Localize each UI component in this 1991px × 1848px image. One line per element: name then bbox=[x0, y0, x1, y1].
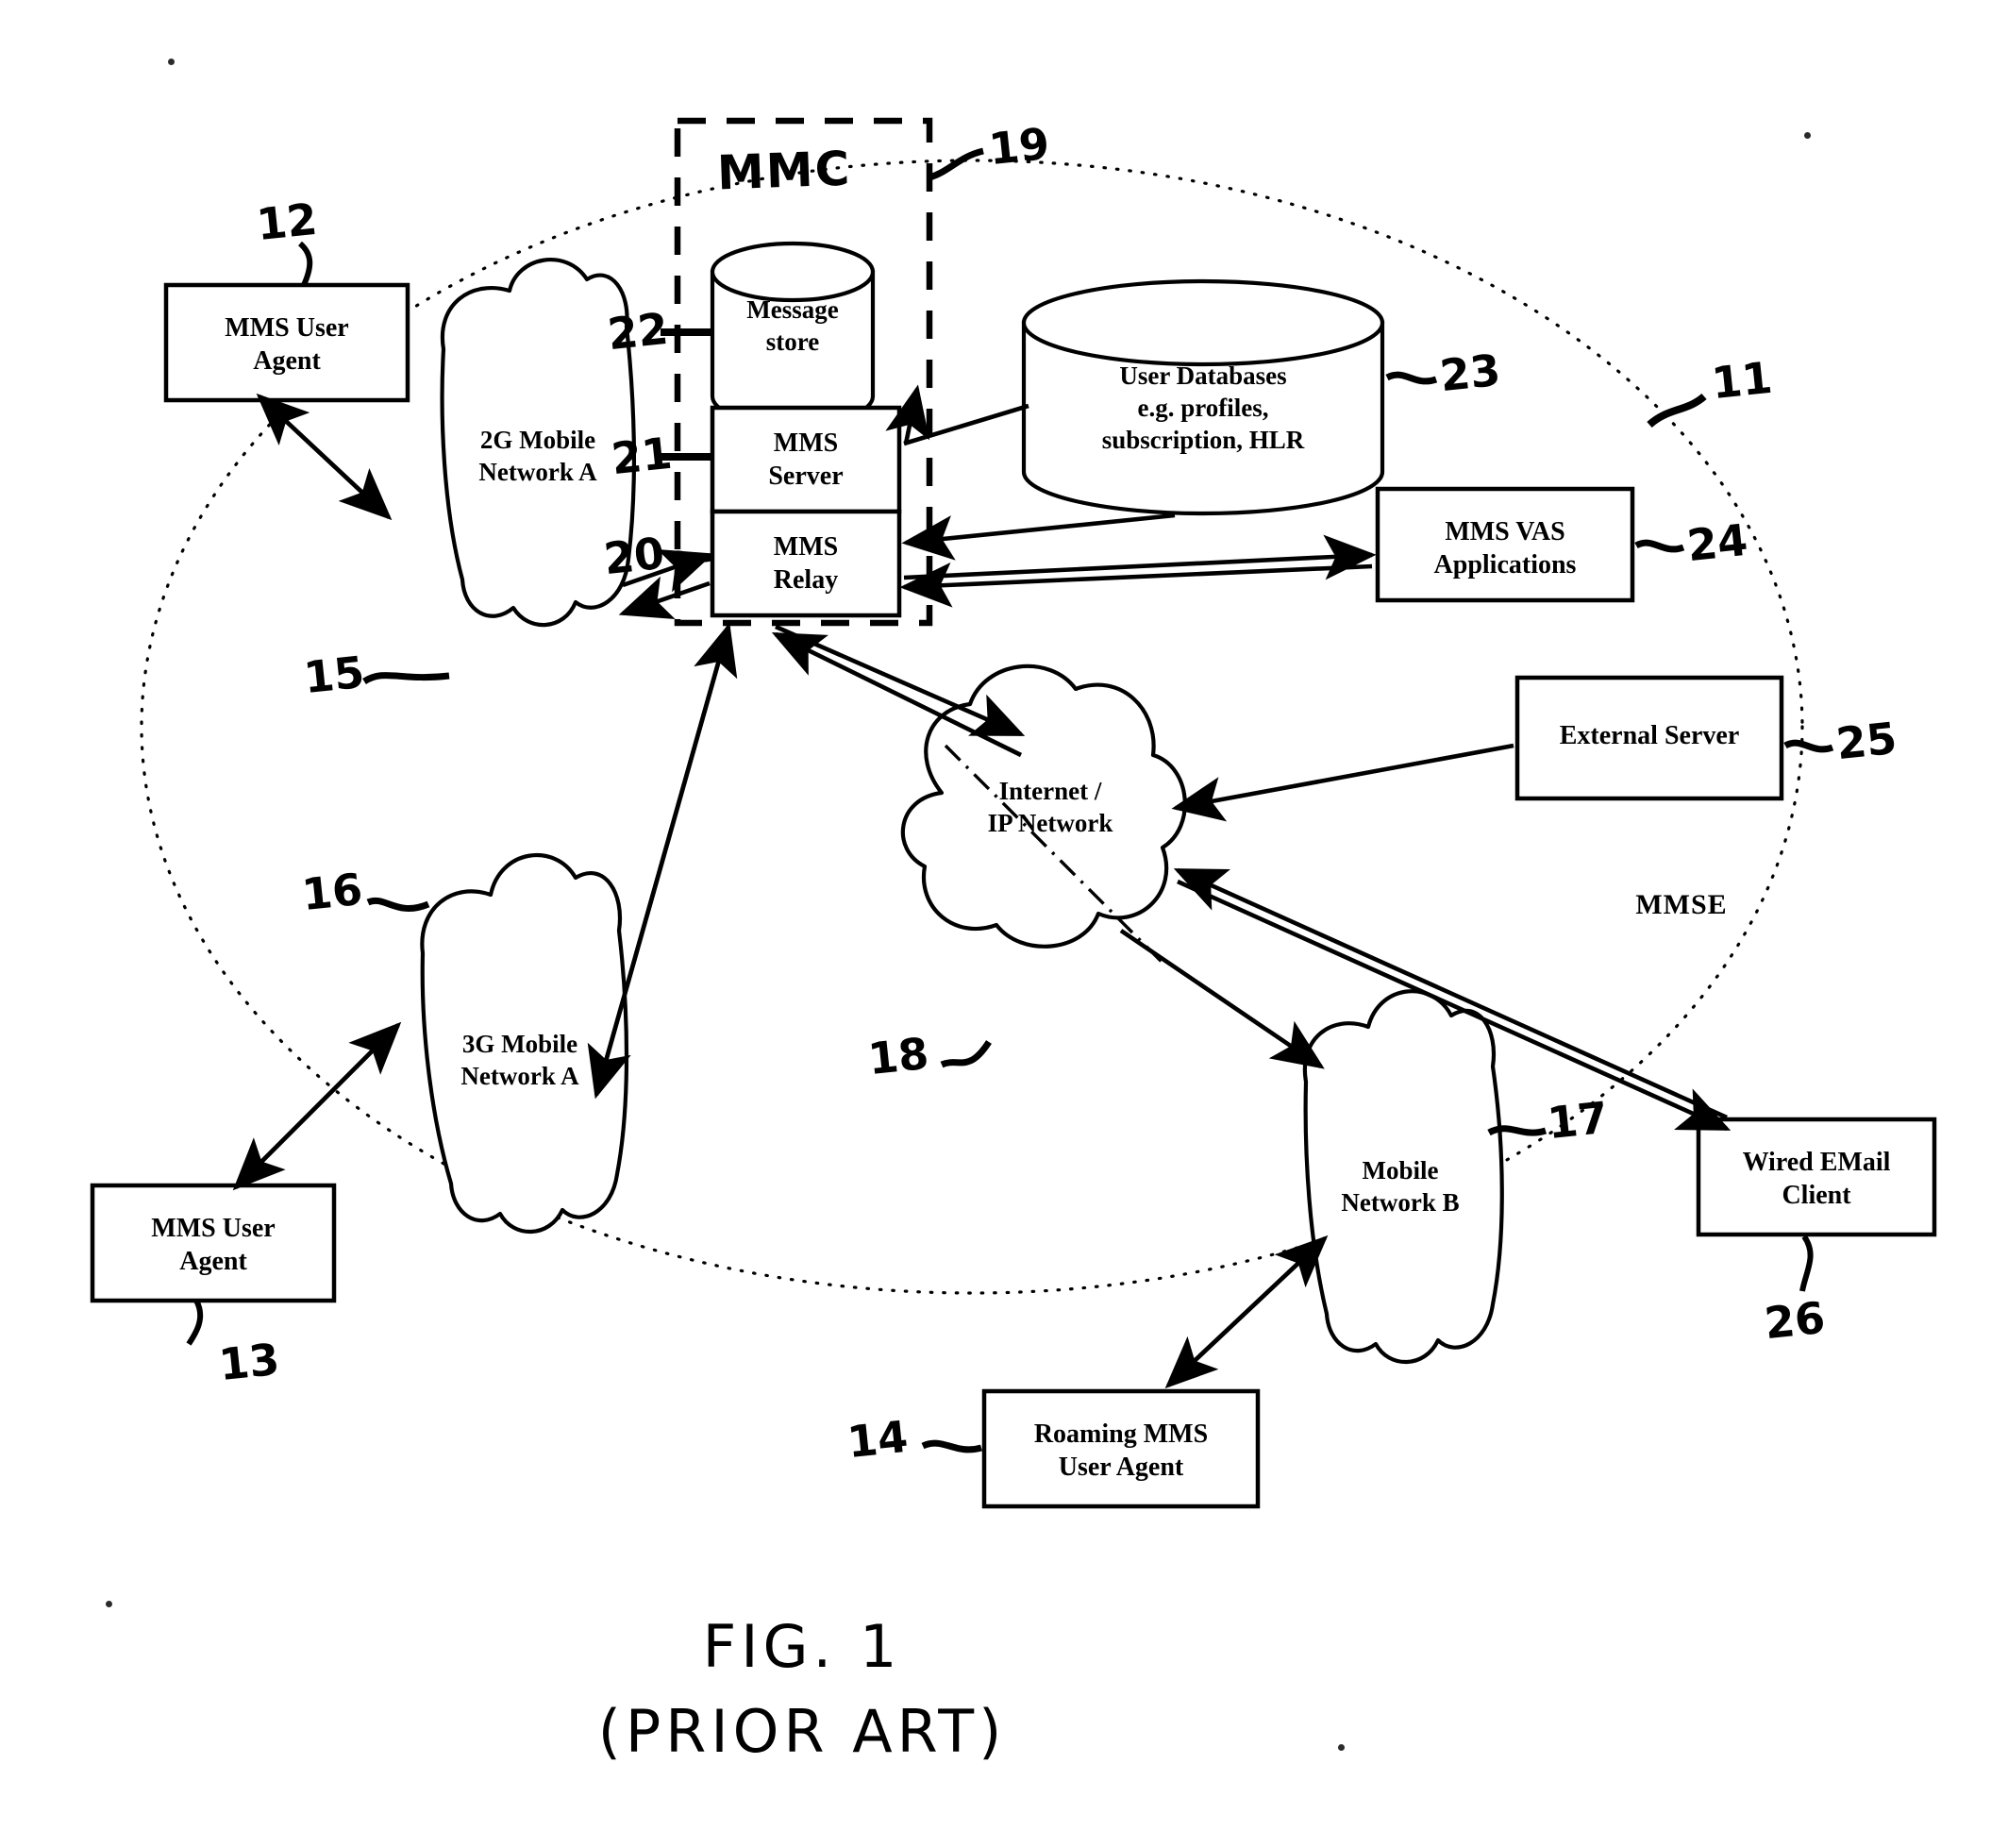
ref-numeral-26: 26 bbox=[1762, 1291, 1828, 1350]
leader-24 bbox=[1634, 539, 1685, 553]
edge-3g-to-ua13 bbox=[232, 1023, 400, 1191]
scan-speck-top-right bbox=[1804, 132, 1811, 139]
patent-figure-1: MMS User Agent MMS User Agent Roaming MM… bbox=[0, 0, 1991, 1848]
leader-14 bbox=[921, 1439, 982, 1453]
ref-numeral-13: 13 bbox=[216, 1333, 282, 1391]
mms-user-agent-bottom-box bbox=[90, 1183, 337, 1303]
leader-23 bbox=[1385, 371, 1438, 385]
ref-numeral-11: 11 bbox=[1709, 351, 1775, 410]
ref-numeral-18: 18 bbox=[865, 1027, 931, 1085]
ref-numeral-17: 17 bbox=[1545, 1091, 1611, 1150]
network-3g-cloud-shape bbox=[420, 853, 629, 1235]
message-store-cylinder-shape bbox=[710, 241, 876, 428]
edge-internet-to-networkb bbox=[1119, 929, 1325, 1069]
scan-speck-bottom-left bbox=[106, 1601, 112, 1607]
diagram-canvas bbox=[90, 117, 1937, 1509]
edge-relay-to-vas bbox=[903, 534, 1377, 580]
network-b-cloud-shape bbox=[1302, 989, 1504, 1365]
figure-caption: FIG. 1 (PRIOR ART) bbox=[528, 1604, 1076, 1774]
ref-numeral-12: 12 bbox=[254, 193, 320, 251]
ref-numeral-19: 19 bbox=[986, 117, 1052, 176]
edge-external-to-internet bbox=[1171, 743, 1514, 822]
leader-26 bbox=[1799, 1235, 1814, 1292]
figure-caption-line2: (PRIOR ART) bbox=[597, 1696, 1007, 1766]
scan-speck-top-left bbox=[168, 59, 175, 65]
ref-numeral-20: 20 bbox=[601, 527, 667, 585]
ref-numeral-24: 24 bbox=[1684, 513, 1750, 572]
mmc-title-label: MMC bbox=[716, 141, 853, 201]
ref-numeral-14: 14 bbox=[845, 1410, 911, 1469]
leader-18 bbox=[940, 1040, 992, 1068]
external-server-box bbox=[1514, 675, 1784, 801]
user-databases-cylinder-shape bbox=[1021, 278, 1385, 516]
figure-caption-line1: FIG. 1 bbox=[702, 1612, 902, 1681]
leader-25 bbox=[1783, 739, 1834, 753]
leader-13 bbox=[186, 1299, 204, 1346]
leader-19 bbox=[928, 147, 984, 181]
scan-speck-bottom-right bbox=[1338, 1744, 1345, 1751]
edge-2g-to-ua12 bbox=[256, 393, 391, 519]
edge-vas-to-relay bbox=[899, 562, 1373, 608]
internet-cloud-shape bbox=[900, 664, 1187, 949]
edge-server-to-store bbox=[885, 384, 930, 445]
edge-server-to-userdb bbox=[903, 403, 1029, 446]
ref-numeral-21: 21 bbox=[609, 427, 675, 485]
edge-userdb-to-relay bbox=[901, 512, 1176, 561]
leader-15 bbox=[362, 672, 450, 685]
leader-11 bbox=[1647, 393, 1707, 428]
ref-numeral-23: 23 bbox=[1437, 344, 1503, 402]
roaming-mms-user-agent-box bbox=[981, 1388, 1261, 1509]
wired-email-client-box bbox=[1696, 1117, 1937, 1237]
edge-relay-to-3g bbox=[587, 626, 731, 1100]
ref-numeral-25: 25 bbox=[1833, 712, 1899, 770]
leader-16 bbox=[366, 897, 430, 912]
ref-numeral-15: 15 bbox=[301, 646, 367, 704]
mms-relay-box bbox=[710, 509, 902, 618]
leader-17 bbox=[1487, 1125, 1548, 1136]
ref-numeral-16: 16 bbox=[299, 863, 365, 921]
mms-vas-applications-box bbox=[1375, 486, 1635, 603]
mms-user-agent-top-box bbox=[163, 282, 410, 403]
ref-numeral-22: 22 bbox=[605, 302, 671, 361]
mms-server-box bbox=[710, 405, 902, 514]
edge-relay-to-2g bbox=[618, 576, 711, 619]
leader-12 bbox=[297, 241, 313, 287]
